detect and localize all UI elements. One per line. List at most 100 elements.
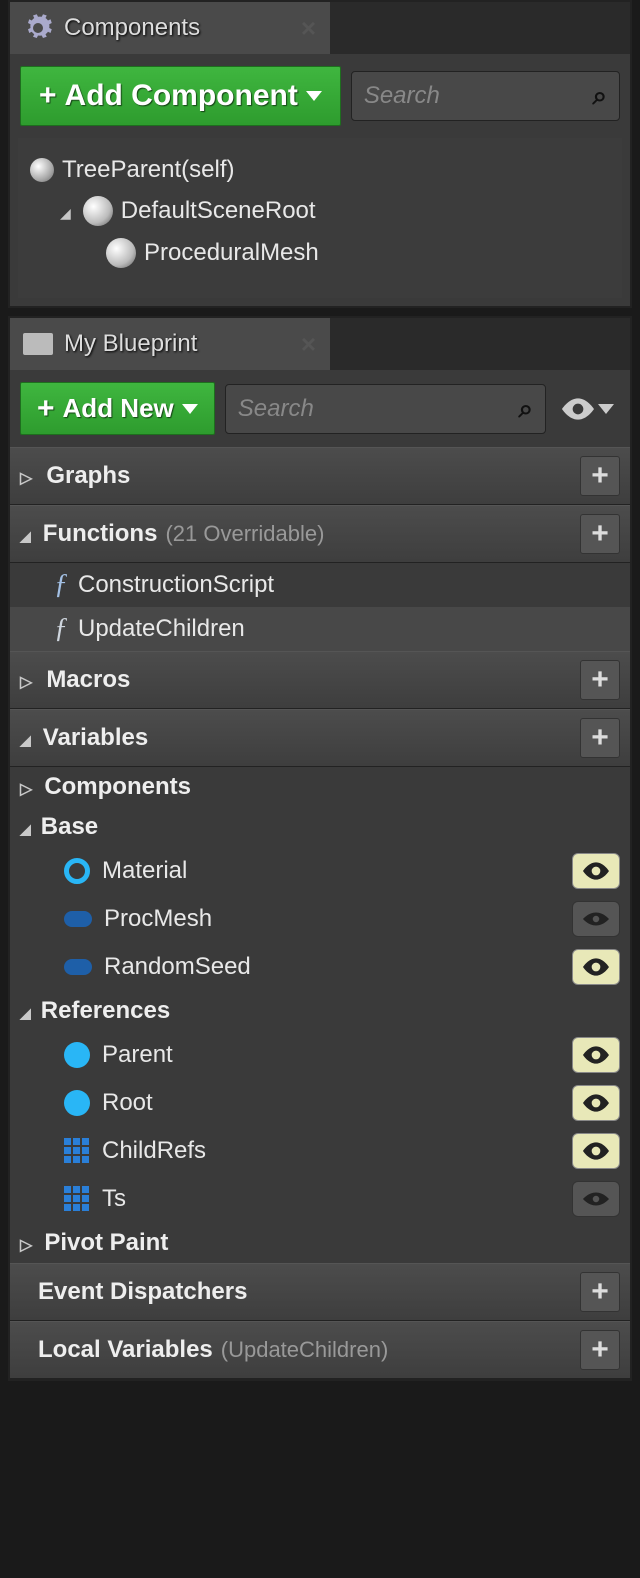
function-label: ConstructionScript: [78, 571, 274, 599]
add-component-label: Add Component: [65, 79, 298, 113]
tree-item-procmesh[interactable]: ProceduralMesh: [26, 232, 614, 274]
function-icon: ƒ: [54, 569, 68, 601]
var-childrefs[interactable]: ChildRefs: [10, 1127, 630, 1175]
gear-icon: [22, 12, 54, 44]
section-label: Variables: [43, 724, 148, 752]
blueprint-toolbar: + Add New ⌕: [10, 370, 630, 447]
var-type-icon: [64, 858, 90, 884]
section-functions[interactable]: Functions (21 Overridable) +: [10, 505, 630, 563]
blueprint-tab[interactable]: My Blueprint ×: [10, 318, 330, 370]
var-label: RandomSeed: [104, 953, 251, 981]
visibility-filter-button[interactable]: [556, 398, 620, 420]
var-root[interactable]: Root: [10, 1079, 630, 1127]
expand-icon[interactable]: [20, 813, 35, 841]
scene-icon: [106, 238, 136, 268]
expand-icon[interactable]: [20, 520, 35, 548]
expand-icon[interactable]: [20, 462, 38, 490]
var-procmesh[interactable]: ProcMesh: [10, 895, 630, 943]
chevron-down-icon: [182, 404, 198, 414]
vargroup-base[interactable]: Base: [10, 807, 630, 847]
vargroup-label: Base: [41, 813, 98, 841]
var-type-icon: [64, 1138, 90, 1164]
blueprint-tab-bar: My Blueprint ×: [10, 318, 630, 370]
blueprint-tab-title: My Blueprint: [64, 330, 197, 358]
plus-icon: +: [37, 399, 55, 419]
search-input[interactable]: [364, 82, 593, 110]
close-icon[interactable]: ×: [301, 329, 316, 360]
expand-icon[interactable]: [60, 197, 75, 225]
vargroup-references[interactable]: References: [10, 991, 630, 1031]
visibility-toggle[interactable]: [572, 949, 620, 985]
section-graphs[interactable]: Graphs +: [10, 447, 630, 505]
section-label: Macros: [46, 666, 130, 694]
var-type-icon: [64, 959, 92, 975]
expand-icon[interactable]: [20, 1229, 38, 1257]
components-tab[interactable]: Components ×: [10, 2, 330, 54]
add-macro-button[interactable]: +: [580, 660, 620, 700]
tree-item-sceneroot[interactable]: DefaultSceneRoot: [26, 190, 614, 232]
add-new-button[interactable]: + Add New: [20, 382, 215, 435]
section-meta: (21 Overridable): [165, 521, 324, 547]
add-graph-button[interactable]: +: [580, 456, 620, 496]
function-label: UpdateChildren: [78, 615, 245, 643]
var-randomseed[interactable]: RandomSeed: [10, 943, 630, 991]
visibility-toggle[interactable]: [572, 1133, 620, 1169]
expand-icon[interactable]: [20, 724, 35, 752]
tree-item-self[interactable]: TreeParent(self): [26, 150, 614, 190]
visibility-toggle[interactable]: [572, 1085, 620, 1121]
function-constructionscript[interactable]: ƒ ConstructionScript: [10, 563, 630, 607]
add-variable-button[interactable]: +: [580, 718, 620, 758]
tree-item-label: TreeParent(self): [62, 156, 235, 184]
section-meta: (UpdateChildren): [221, 1337, 389, 1363]
expand-icon[interactable]: [20, 773, 38, 801]
vargroup-pivotpaint[interactable]: Pivot Paint: [10, 1223, 630, 1263]
close-icon[interactable]: ×: [301, 13, 316, 44]
add-function-button[interactable]: +: [580, 514, 620, 554]
section-dispatchers[interactable]: Event Dispatchers +: [10, 1263, 630, 1321]
section-variables[interactable]: Variables +: [10, 709, 630, 767]
vargroup-components[interactable]: Components: [10, 767, 630, 807]
var-parent[interactable]: Parent: [10, 1031, 630, 1079]
var-ts[interactable]: Ts: [10, 1175, 630, 1223]
section-macros[interactable]: Macros +: [10, 651, 630, 709]
section-localvars[interactable]: Local Variables (UpdateChildren) +: [10, 1321, 630, 1379]
visibility-toggle[interactable]: [572, 1181, 620, 1217]
search-icon: ⌕: [592, 80, 607, 112]
var-label: Ts: [102, 1185, 126, 1213]
blueprint-panel: My Blueprint × + Add New ⌕ Graphs + Func…: [8, 316, 632, 1381]
visibility-toggle[interactable]: [572, 1037, 620, 1073]
add-dispatcher-button[interactable]: +: [580, 1272, 620, 1312]
tree-item-label: DefaultSceneRoot: [121, 197, 316, 225]
vargroup-label: Pivot Paint: [44, 1229, 168, 1257]
components-tab-bar: Components ×: [10, 2, 630, 54]
actor-icon: [30, 158, 54, 182]
vargroup-label: References: [41, 997, 170, 1025]
section-label: Local Variables: [38, 1336, 213, 1364]
search-icon: ⌕: [518, 393, 533, 425]
components-panel: Components × + Add Component ⌕ TreeParen…: [8, 0, 632, 308]
scene-icon: [83, 196, 113, 226]
add-localvar-button[interactable]: +: [580, 1330, 620, 1370]
var-type-icon: [64, 1090, 90, 1116]
section-label: Event Dispatchers: [38, 1278, 247, 1306]
var-label: Parent: [102, 1041, 173, 1069]
components-toolbar: + Add Component ⌕: [10, 54, 630, 138]
var-material[interactable]: Material: [10, 847, 630, 895]
chevron-down-icon: [598, 404, 614, 414]
chevron-down-icon: [306, 91, 322, 101]
blueprint-search[interactable]: ⌕: [225, 384, 546, 434]
var-label: Root: [102, 1089, 153, 1117]
var-label: Material: [102, 857, 187, 885]
expand-icon[interactable]: [20, 666, 38, 694]
visibility-toggle[interactable]: [572, 853, 620, 889]
vargroup-label: Components: [44, 773, 191, 801]
expand-icon[interactable]: [20, 997, 35, 1025]
components-search[interactable]: ⌕: [351, 71, 620, 121]
var-type-icon: [64, 1186, 90, 1212]
add-component-button[interactable]: + Add Component: [20, 66, 341, 126]
visibility-toggle[interactable]: [572, 901, 620, 937]
search-input[interactable]: [238, 395, 519, 423]
components-tree: TreeParent(self) DefaultSceneRoot Proced…: [18, 138, 622, 298]
function-icon: ƒ: [54, 613, 68, 645]
function-updatechildren[interactable]: ƒ UpdateChildren: [10, 607, 630, 651]
